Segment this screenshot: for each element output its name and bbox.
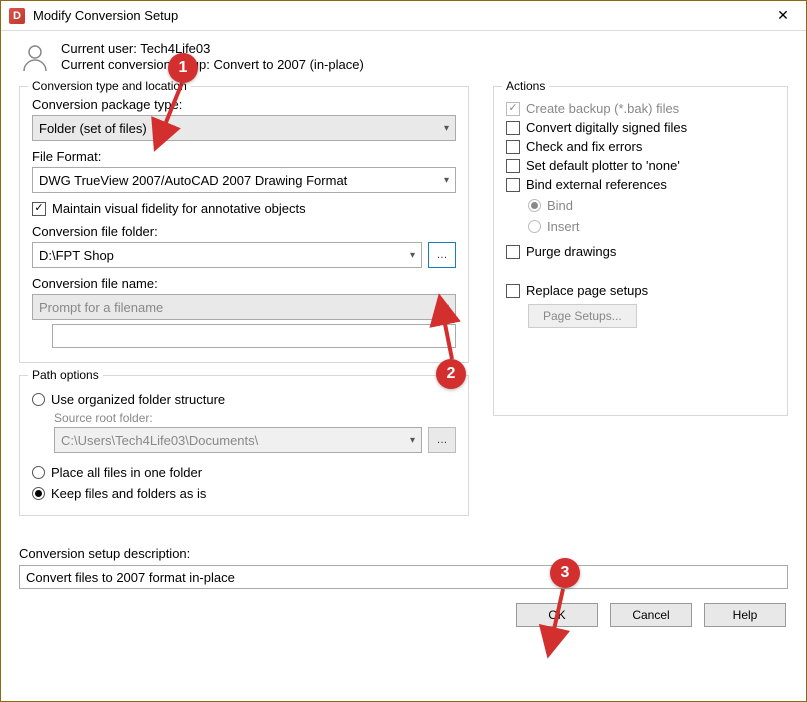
- user-info: Current user: Tech4Life03 Current conver…: [19, 41, 788, 76]
- window-title: Modify Conversion Setup: [33, 8, 760, 23]
- package-type-select[interactable]: Folder (set of files) ▾: [32, 115, 456, 141]
- create-backup-checkbox: [506, 102, 520, 116]
- default-plotter-label: Set default plotter to 'none': [526, 158, 680, 173]
- maintain-fidelity-label: Maintain visual fidelity for annotative …: [52, 201, 306, 216]
- insert-label: Insert: [547, 219, 580, 234]
- conversion-filename-input: [52, 324, 456, 348]
- actions-group: Actions Create backup (*.bak) files Conv…: [493, 86, 788, 416]
- annotation-marker-2: 2: [436, 359, 466, 389]
- organized-folder-radio[interactable]: [32, 393, 45, 406]
- browse-source-root-button: …: [428, 427, 456, 453]
- cancel-button[interactable]: Cancel: [610, 603, 692, 627]
- bind-radio: [528, 199, 541, 212]
- organized-folder-label: Use organized folder structure: [51, 392, 225, 407]
- close-button[interactable]: ✕: [760, 1, 806, 31]
- description-label: Conversion setup description:: [19, 546, 788, 561]
- help-button[interactable]: Help: [704, 603, 786, 627]
- titlebar: D Modify Conversion Setup ✕: [1, 1, 806, 31]
- conversion-filename-select: Prompt for a filename ▾: [32, 294, 456, 320]
- browse-folder-button[interactable]: …: [428, 242, 456, 268]
- current-setup-value: Convert to 2007 (in-place): [213, 57, 363, 72]
- bind-xrefs-label: Bind external references: [526, 177, 667, 192]
- conversion-folder-label: Conversion file folder:: [32, 224, 456, 239]
- convert-signed-label: Convert digitally signed files: [526, 120, 687, 135]
- check-fix-checkbox[interactable]: [506, 140, 520, 154]
- chevron-down-icon: ▾: [444, 123, 449, 134]
- keep-as-is-radio[interactable]: [32, 487, 45, 500]
- annotation-arrow-1: [154, 79, 194, 152]
- create-backup-label: Create backup (*.bak) files: [526, 101, 679, 116]
- chevron-down-icon: ▾: [410, 250, 415, 261]
- source-root-select: C:\Users\Tech4Life03\Documents\ ▾: [54, 427, 422, 453]
- current-user-label: Current user:: [61, 41, 137, 56]
- group-title: Path options: [28, 368, 103, 382]
- default-plotter-checkbox[interactable]: [506, 159, 520, 173]
- file-format-label: File Format:: [32, 149, 456, 164]
- package-type-value: Folder (set of files): [39, 121, 147, 136]
- purge-label: Purge drawings: [526, 244, 616, 259]
- annotation-marker-1: 1: [168, 53, 198, 83]
- replace-setups-checkbox[interactable]: [506, 284, 520, 298]
- conversion-filename-label: Conversion file name:: [32, 276, 456, 291]
- source-root-label: Source root folder:: [54, 411, 456, 425]
- annotation-marker-3: 3: [550, 558, 580, 588]
- convert-signed-checkbox[interactable]: [506, 121, 520, 135]
- chevron-down-icon: ▾: [444, 175, 449, 186]
- source-root-value: C:\Users\Tech4Life03\Documents\: [61, 433, 258, 448]
- app-icon: D: [9, 8, 25, 24]
- conversion-folder-select[interactable]: D:\FPT Shop ▾: [32, 242, 422, 268]
- file-format-select[interactable]: DWG TrueView 2007/AutoCAD 2007 Drawing F…: [32, 167, 456, 193]
- file-format-value: DWG TrueView 2007/AutoCAD 2007 Drawing F…: [39, 173, 347, 188]
- package-type-label: Conversion package type:: [32, 97, 456, 112]
- conversion-folder-value: D:\FPT Shop: [39, 248, 114, 263]
- conversion-filename-value: Prompt for a filename: [39, 300, 163, 315]
- page-setups-button: Page Setups...: [528, 304, 637, 328]
- replace-setups-label: Replace page setups: [526, 283, 648, 298]
- one-folder-label: Place all files in one folder: [51, 465, 202, 480]
- bind-xrefs-checkbox[interactable]: [506, 178, 520, 192]
- purge-checkbox[interactable]: [506, 245, 520, 259]
- description-input[interactable]: [19, 565, 788, 589]
- conversion-type-group: Conversion type and location Conversion …: [19, 86, 469, 363]
- bind-label: Bind: [547, 198, 573, 213]
- maintain-fidelity-checkbox[interactable]: [32, 202, 46, 216]
- keep-as-is-label: Keep files and folders as is: [51, 486, 206, 501]
- user-icon: [19, 41, 51, 76]
- annotation-arrow-2: [436, 303, 476, 366]
- check-fix-label: Check and fix errors: [526, 139, 642, 154]
- insert-radio: [528, 220, 541, 233]
- group-title: Actions: [502, 79, 549, 93]
- chevron-down-icon: ▾: [410, 435, 415, 446]
- one-folder-radio[interactable]: [32, 466, 45, 479]
- annotation-arrow-3: [541, 585, 581, 658]
- path-options-group: Path options Use organized folder struct…: [19, 375, 469, 516]
